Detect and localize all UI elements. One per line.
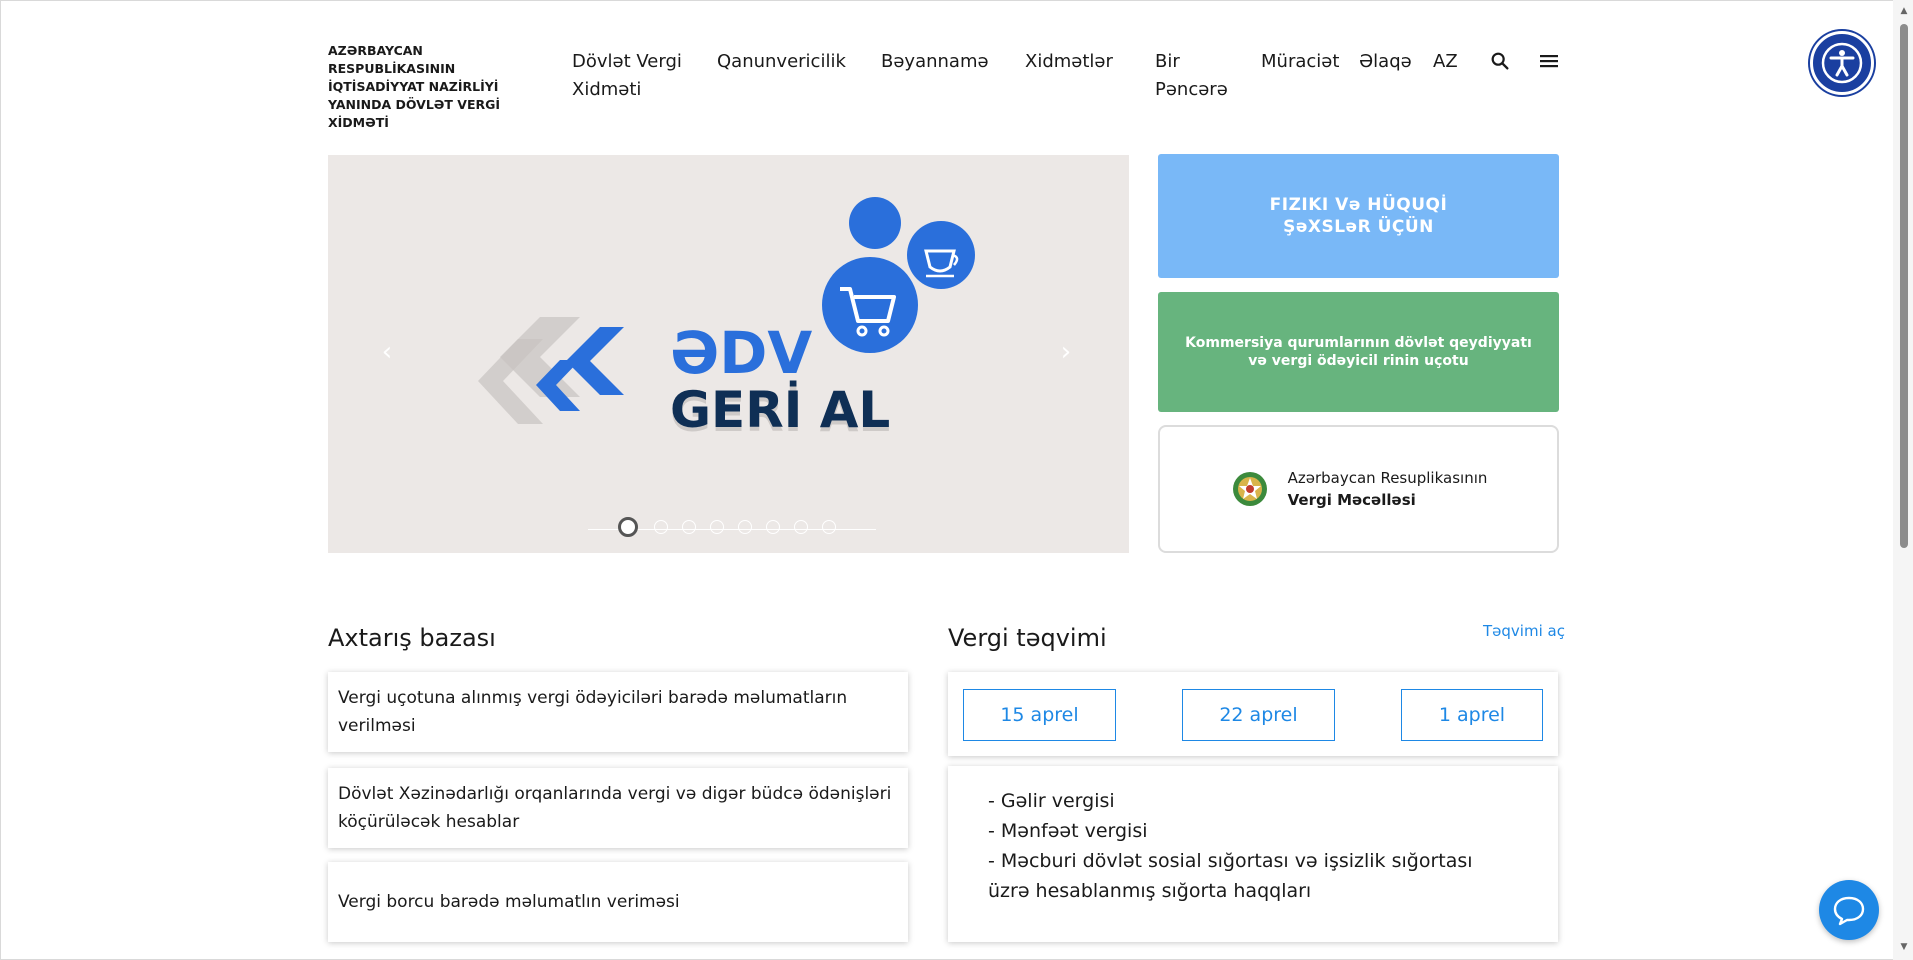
calendar-item: - Məcburi dövlət sosial sığortası və işs… <box>988 850 1473 902</box>
carousel-dot[interactable] <box>794 520 808 534</box>
nav-item-label: Pəncərə <box>1155 79 1228 100</box>
card-label: Kommersiya qurumlarının dövlət qeydiyyat… <box>1185 335 1532 369</box>
search-base-item[interactable]: Dövlət Xəzinədarlığı orqanlarında vergi … <box>328 768 908 848</box>
carousel-indicators <box>588 517 876 537</box>
nav-item-label: Xidməti <box>572 79 642 100</box>
card-label: FIZIKI Və HÜQUQİ ŞəXSLəR ÜÇÜN <box>1270 194 1448 238</box>
banner-title-line2: GERİ AL <box>670 381 890 439</box>
search-base-title: Axtarış bazası <box>328 624 496 652</box>
carousel-prev-button[interactable]: ‹ <box>372 337 402 367</box>
nav-item-bir-pencere[interactable]: Bir Pəncərə <box>1155 48 1228 104</box>
search-button[interactable] <box>1489 50 1511 76</box>
language-label: AZ <box>1433 51 1458 72</box>
search-base-item[interactable]: Vergi borcu barədə məlumatlın verimәsi <box>328 862 908 942</box>
nav-item-xidmetler[interactable]: Xidmətlər <box>1025 48 1113 76</box>
card-label-line2: ŞəXSLəR ÜÇÜN <box>1283 217 1434 237</box>
search-icon <box>1491 52 1509 70</box>
scroll-down-arrow-icon[interactable]: ▼ <box>1897 940 1911 954</box>
card-label-line2: Vergi Məcəlləsi <box>1287 491 1416 509</box>
scrollbar-thumb[interactable] <box>1900 24 1908 548</box>
card-label-line1: Azərbaycan Resuplikasının <box>1287 469 1488 487</box>
hero-carousel[interactable]: ƏDV GERİ AL GERİ AL ‹ › <box>328 155 1129 553</box>
nav-item-elaqe[interactable]: Əlaqə <box>1359 48 1412 76</box>
card-individual-legal-persons[interactable]: FIZIKI Və HÜQUQİ ŞəXSLəR ÜÇÜN <box>1158 154 1559 278</box>
carousel-dot[interactable] <box>710 520 724 534</box>
nav-item-muraciet[interactable]: Müraciət <box>1261 48 1339 76</box>
nav-item-label: Bir <box>1155 51 1180 72</box>
card-label-line1: FIZIKI Və HÜQUQİ <box>1269 195 1448 215</box>
site-logo-text[interactable]: AZƏRBAYCAN RESPUBLİKASININ İQTİSADİYYAT … <box>328 42 548 132</box>
nav-item-label: Bəyannamə <box>881 51 989 72</box>
accessibility-button[interactable] <box>1810 31 1874 95</box>
carousel-dot[interactable] <box>682 520 696 534</box>
scroll-up-arrow-icon[interactable]: ▲ <box>1897 4 1911 18</box>
nav-item-label: Qanunvericilik <box>717 51 846 72</box>
tax-calendar-details: - Gəlir vergisi - Mənfəət vergisi - Məcb… <box>948 766 1558 942</box>
date-button[interactable]: 22 aprel <box>1182 689 1335 741</box>
carousel-dot[interactable] <box>654 520 668 534</box>
tax-calendar-title: Vergi təqvimi <box>948 624 1107 652</box>
card-tax-code[interactable]: Azərbaycan Resuplikasının Vergi Məcəlləs… <box>1158 425 1559 553</box>
nav-item-beyanname[interactable]: Bəyannamə <box>881 48 989 76</box>
nav-item-label: Müraciət <box>1261 51 1340 72</box>
language-selector[interactable]: AZ <box>1433 48 1458 76</box>
date-button[interactable]: 1 aprel <box>1401 689 1543 741</box>
carousel-dot[interactable] <box>822 520 836 534</box>
accessibility-icon <box>1821 42 1863 84</box>
carousel-dot[interactable] <box>618 517 638 537</box>
chat-bubble-icon <box>1833 896 1865 926</box>
state-emblem-icon <box>1232 472 1267 506</box>
search-base-item[interactable]: Vergi uçotuna alınmış vergi ödəyiciləri … <box>328 672 908 752</box>
nav-item-qanunvericilik[interactable]: Qanunvericilik <box>717 48 846 76</box>
calendar-item: - Gəlir vergisi <box>988 790 1115 812</box>
card-label: Azərbaycan Resuplikasının Vergi Məcəlləs… <box>1288 467 1488 511</box>
chat-button[interactable] <box>1819 880 1879 940</box>
card-commercial-registration[interactable]: Kommersiya qurumlarının dövlət qeydiyyat… <box>1158 292 1559 412</box>
menu-button[interactable] <box>1538 51 1560 75</box>
edv-geri-al-banner: ƏDV GERİ AL GERİ AL <box>478 197 975 443</box>
calendar-item: - Mənfəət vergisi <box>988 820 1148 842</box>
carousel-dot[interactable] <box>738 520 752 534</box>
banner-title-line1: ƏDV <box>670 319 812 387</box>
carousel-next-button[interactable]: › <box>1051 337 1081 367</box>
nav-item-dovlet-vergi-xidmeti[interactable]: Dövlət Vergi Xidməti <box>572 48 682 104</box>
date-button[interactable]: 15 aprel <box>963 689 1116 741</box>
nav-item-label: Xidmətlər <box>1025 51 1113 72</box>
carousel-dot[interactable] <box>766 520 780 534</box>
open-calendar-link[interactable]: Təqvimi aç <box>1483 622 1565 640</box>
nav-item-label: Əlaqə <box>1359 51 1412 72</box>
nav-item-label: Dövlət Vergi <box>572 51 682 72</box>
menu-icon <box>1540 55 1558 68</box>
